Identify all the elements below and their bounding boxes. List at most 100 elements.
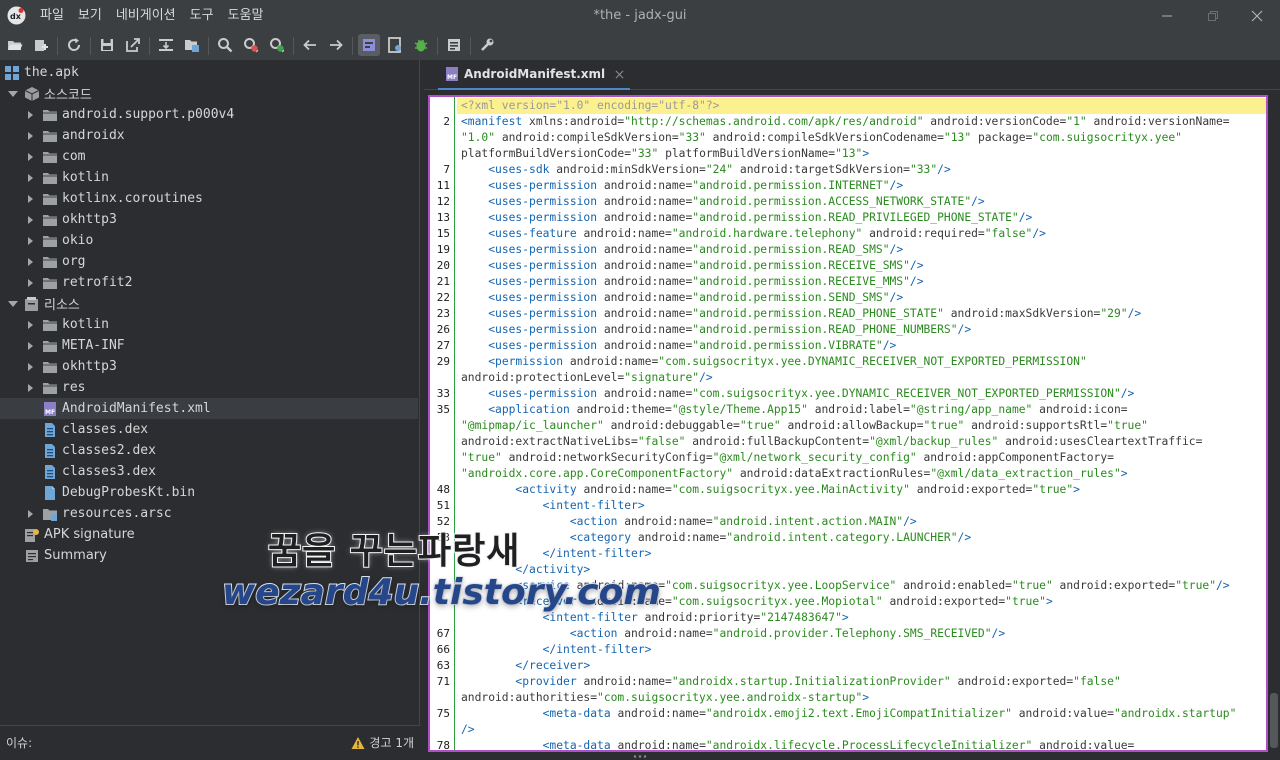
chevron-right-icon[interactable] bbox=[24, 234, 38, 248]
scrollbar-thumb[interactable] bbox=[1270, 693, 1278, 748]
editor-scrollbar[interactable] bbox=[1268, 95, 1280, 752]
code-token: "@xml/network_security_config" bbox=[712, 451, 917, 464]
chevron-right-icon[interactable] bbox=[24, 213, 38, 227]
tree-file-2[interactable]: classes2.dex bbox=[0, 440, 418, 461]
search-class-icon[interactable] bbox=[240, 34, 262, 56]
code-token: <action bbox=[569, 627, 625, 640]
code-editor[interactable]: 2 7 11 12 13 15 19 20 21 22 23 26 27 29 33 35 48 51 52 53 67… bbox=[428, 95, 1268, 752]
tree-file-4[interactable]: DebugProbesKt.bin bbox=[0, 482, 418, 503]
code-token: <uses-permission bbox=[488, 179, 604, 192]
sync-tree-icon[interactable] bbox=[155, 34, 177, 56]
flatten-packages-icon[interactable] bbox=[181, 34, 203, 56]
code-token: android:appComponentFactory= bbox=[916, 451, 1114, 464]
chevron-right-icon[interactable] bbox=[24, 381, 38, 395]
code-token: platformBuildVersionCode= bbox=[461, 147, 632, 160]
tree-file-3[interactable]: classes3.dex bbox=[0, 461, 418, 482]
forward-icon[interactable] bbox=[325, 34, 347, 56]
tree-file-1[interactable]: classes.dex bbox=[0, 419, 418, 440]
open-file-icon[interactable] bbox=[4, 34, 26, 56]
bin-icon bbox=[45, 485, 55, 500]
folder-icon bbox=[43, 277, 57, 289]
code-token: <application bbox=[488, 403, 577, 416]
chevron-right-icon[interactable] bbox=[24, 339, 38, 353]
code-token: "android.intent.category.LAUNCHER" bbox=[726, 531, 958, 544]
save-all-icon[interactable] bbox=[96, 34, 118, 56]
chevron-right-icon[interactable] bbox=[24, 129, 38, 143]
add-files-icon[interactable] bbox=[30, 34, 52, 56]
code-line: "@mipmap/ic_launcher" android:debuggable… bbox=[461, 418, 1148, 434]
tree-file-0[interactable]: MF AndroidManifest.xml bbox=[0, 398, 418, 419]
tree-resources-arsc[interactable]: resources.arsc bbox=[0, 503, 418, 524]
chevron-down-icon[interactable] bbox=[6, 297, 20, 311]
close-tab-icon[interactable] bbox=[615, 70, 624, 79]
tree-package-5[interactable]: okhttp3 bbox=[0, 209, 418, 230]
chevron-right-icon[interactable] bbox=[24, 276, 38, 290]
code-line: <uses-permission android:name="android.p… bbox=[461, 274, 923, 290]
chevron-right-icon[interactable] bbox=[24, 108, 38, 122]
tree-root-apk[interactable]: the.apk bbox=[0, 62, 418, 83]
log-icon[interactable] bbox=[443, 34, 465, 56]
code-token: android:minSdkVersion= bbox=[556, 163, 706, 176]
code-token: "android.permission.RECEIVE_SMS" bbox=[692, 259, 910, 272]
reload-icon[interactable] bbox=[63, 34, 85, 56]
tree-res-folder-3[interactable]: res bbox=[0, 377, 418, 398]
debugger-icon[interactable] bbox=[410, 34, 432, 56]
code-token: <uses-permission bbox=[488, 387, 604, 400]
tab-androidmanifest[interactable]: MF AndroidManifest.xml bbox=[438, 60, 631, 90]
search-usage-icon[interactable] bbox=[266, 34, 288, 56]
chevron-right-icon[interactable] bbox=[24, 507, 38, 521]
dex-icon bbox=[45, 443, 55, 458]
menu-item-1[interactable]: 보기 bbox=[78, 0, 102, 32]
tree-package-0[interactable]: android.support.p000v4 bbox=[0, 104, 418, 125]
export-gradle-icon[interactable] bbox=[122, 34, 144, 56]
chevron-right-icon[interactable] bbox=[24, 171, 38, 185]
chevron-right-icon[interactable] bbox=[24, 318, 38, 332]
tree-res-folder-2[interactable]: okhttp3 bbox=[0, 356, 418, 377]
menu-item-3[interactable]: 도구 bbox=[190, 0, 214, 32]
menu-item-0[interactable]: 파일 bbox=[40, 0, 64, 32]
warning-indicator[interactable]: 경고 1개 bbox=[351, 734, 414, 751]
tree-package-4[interactable]: kotlinx.coroutines bbox=[0, 188, 418, 209]
code-token: "2147483647" bbox=[760, 611, 842, 624]
code-token: </receiver> bbox=[515, 659, 591, 672]
code-token: <category bbox=[569, 531, 638, 544]
tree-source-code[interactable]: 소스코드 bbox=[0, 83, 418, 104]
tree-package-2[interactable]: com bbox=[0, 146, 418, 167]
tree-res-folder-0[interactable]: kotlin bbox=[0, 314, 418, 335]
menu-item-2[interactable]: 네비게이션 bbox=[116, 0, 176, 32]
log-viewer-icon[interactable] bbox=[384, 34, 406, 56]
title-bar: dx 파일 보기 네비게이션 도구 도움말 *the - jadx-gui bbox=[0, 0, 1280, 32]
tree-res-folder-1[interactable]: META-INF bbox=[0, 335, 418, 356]
quark-icon[interactable] bbox=[358, 34, 380, 56]
chevron-right-icon[interactable] bbox=[24, 360, 38, 374]
code-token: "24" bbox=[705, 163, 734, 176]
code-token: "29" bbox=[1100, 307, 1128, 320]
spacer bbox=[24, 465, 38, 479]
code-line: <uses-permission android:name="android.p… bbox=[461, 194, 985, 210]
minimize-button[interactable] bbox=[1144, 0, 1190, 32]
tree-resources[interactable]: 리소스 bbox=[0, 293, 418, 314]
code-token: android:supportsRtl= bbox=[964, 419, 1108, 432]
search-text-icon[interactable] bbox=[214, 34, 236, 56]
split-handle-icon[interactable] bbox=[633, 754, 647, 759]
code-token: /> bbox=[889, 291, 904, 304]
chevron-down-icon[interactable] bbox=[6, 87, 20, 101]
chevron-right-icon[interactable] bbox=[24, 192, 38, 206]
tree-package-8[interactable]: retrofit2 bbox=[0, 272, 418, 293]
close-window-button[interactable] bbox=[1234, 0, 1280, 32]
tree-package-6[interactable]: okio bbox=[0, 230, 418, 251]
code-token: "true" bbox=[1032, 483, 1074, 496]
chevron-right-icon[interactable] bbox=[24, 150, 38, 164]
tree-package-7[interactable]: org bbox=[0, 251, 418, 272]
preferences-icon[interactable] bbox=[476, 34, 498, 56]
back-icon[interactable] bbox=[299, 34, 321, 56]
tree-package-3[interactable]: kotlin bbox=[0, 167, 418, 188]
menu-item-4[interactable]: 도움말 bbox=[228, 0, 264, 32]
line-number: 27 bbox=[436, 339, 450, 352]
tree-package-1[interactable]: androidx bbox=[0, 125, 418, 146]
chevron-right-icon[interactable] bbox=[24, 255, 38, 269]
maximize-button[interactable] bbox=[1190, 0, 1236, 32]
